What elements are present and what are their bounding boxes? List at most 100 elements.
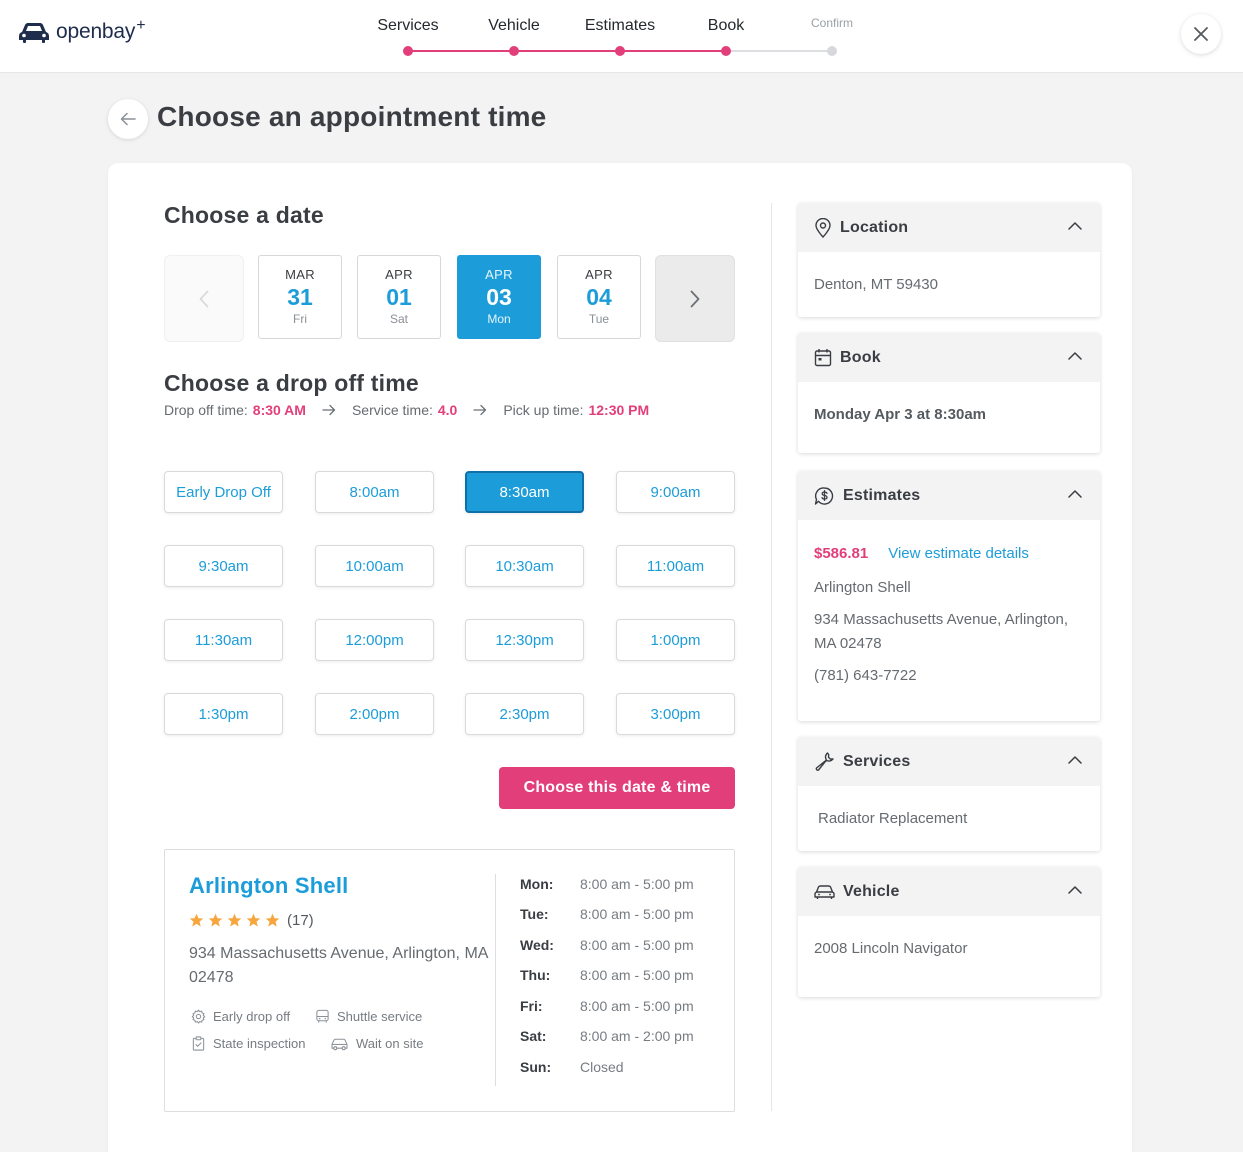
choose-time-heading: Choose a drop off time	[164, 370, 419, 396]
date-option[interactable]: APR 04 Tue	[557, 255, 641, 339]
gear-icon	[191, 1009, 206, 1024]
star-icon	[246, 913, 261, 927]
step-vehicle[interactable]: Vehicle	[488, 17, 540, 35]
book-panel-header[interactable]: Book	[798, 333, 1100, 382]
bus-icon	[316, 1009, 329, 1023]
date-option-selected[interactable]: APR 03 Mon	[457, 255, 541, 339]
location-value: Denton, MT 59430	[814, 276, 938, 293]
date-weekday: Mon	[487, 312, 511, 326]
view-estimate-details-link[interactable]: View estimate details	[888, 545, 1029, 562]
date-option[interactable]: APR 01 Sat	[357, 255, 441, 339]
vehicle-panel-header[interactable]: Vehicle	[798, 867, 1100, 916]
hours-value: 8:00 am - 5:00 pm	[580, 998, 694, 1014]
date-option[interactable]: MAR 31 Fri	[258, 255, 342, 339]
time-slot[interactable]: 1:30pm	[164, 693, 283, 735]
step-confirm: Confirm	[810, 16, 854, 30]
time-slot[interactable]: 2:30pm	[465, 693, 584, 735]
shop-name-link[interactable]: Arlington Shell	[189, 873, 348, 899]
time-slot[interactable]: 9:00am	[616, 471, 735, 513]
estimate-shop-address: 934 Massachusetts Avenue, Arlington, MA …	[814, 611, 1069, 652]
hours-row: Tue: 8:00 am - 5:00 pm	[520, 906, 694, 922]
date-month: MAR	[285, 267, 315, 282]
dollar-chat-icon	[814, 486, 834, 505]
star-icon	[208, 913, 223, 927]
star-icon	[189, 913, 204, 927]
time-slot-selected[interactable]: 8:30am	[465, 471, 584, 513]
time-slot[interactable]: 2:00pm	[315, 693, 434, 735]
close-button[interactable]	[1181, 14, 1221, 54]
amenity-item: Shuttle service	[315, 1009, 422, 1024]
close-icon	[1194, 27, 1208, 41]
vehicle-body: 2008 Lincoln Navigator	[798, 916, 1100, 957]
clipboard-check-icon	[192, 1036, 205, 1051]
service-time-value: 4.0	[437, 402, 458, 418]
time-slot[interactable]: 12:30pm	[465, 619, 584, 661]
date-month: APR	[385, 267, 413, 282]
date-next-button[interactable]	[655, 255, 735, 342]
column-divider	[771, 203, 772, 1111]
top-bar: openbay + Services Vehicle Estimates Boo…	[0, 0, 1243, 73]
estimate-price: $586.81	[814, 544, 869, 562]
chevron-up-icon	[1068, 222, 1082, 230]
step-connector	[514, 50, 620, 52]
time-slot-early-drop-off[interactable]: Early Drop Off	[164, 471, 283, 513]
step-estimates[interactable]: Estimates	[585, 17, 655, 35]
hours-row: Mon: 8:00 am - 5:00 pm	[520, 876, 694, 892]
services-panel-header[interactable]: Services	[798, 737, 1100, 786]
time-slot[interactable]: 11:00am	[616, 545, 735, 587]
logo-text: openbay	[56, 20, 136, 43]
choose-date-time-button[interactable]: Choose this date & time	[499, 767, 735, 809]
star-rating: (17)	[189, 912, 314, 929]
hours-row: Wed: 8:00 am - 5:00 pm	[520, 937, 694, 953]
location-body: Denton, MT 59430	[798, 252, 1100, 293]
step-book[interactable]: Book	[708, 17, 744, 35]
time-slot[interactable]: 9:30am	[164, 545, 283, 587]
service-time-label: Service time:	[351, 402, 433, 418]
time-slot[interactable]: 11:30am	[164, 619, 283, 661]
hours-row: Fri: 8:00 am - 5:00 pm	[520, 998, 694, 1014]
amenity-label: Wait on site	[356, 1036, 424, 1051]
date-weekday: Sat	[389, 312, 408, 326]
date-day: 03	[486, 284, 512, 310]
date-day: 04	[586, 284, 612, 310]
back-button[interactable]	[108, 99, 148, 139]
amenity-item: Wait on site	[330, 1036, 423, 1051]
book-panel: Book Monday Apr 3 at 8:30am	[798, 333, 1100, 453]
time-slot[interactable]: 8:00am	[315, 471, 434, 513]
time-slot[interactable]: 3:00pm	[616, 693, 735, 735]
chevron-up-icon	[1068, 490, 1082, 498]
arrow-right-icon	[473, 404, 487, 416]
hours-day: Fri:	[520, 998, 543, 1014]
chevron-up-icon	[1068, 886, 1082, 894]
time-slot[interactable]: 10:30am	[465, 545, 584, 587]
progress-stepper: Services Vehicle Estimates Book Confirm	[360, 0, 880, 73]
time-slot[interactable]: 10:00am	[315, 545, 434, 587]
shop-divider	[495, 874, 496, 1086]
time-slot[interactable]: 1:00pm	[616, 619, 735, 661]
date-prev-button[interactable]	[164, 255, 244, 342]
chevron-up-icon	[1068, 756, 1082, 764]
step-services[interactable]: Services	[377, 17, 438, 35]
services-panel: Services Radiator Replacement	[798, 737, 1100, 851]
time-slot[interactable]: 12:00pm	[315, 619, 434, 661]
logo-plus: +	[136, 17, 146, 34]
vehicle-panel: Vehicle 2008 Lincoln Navigator	[798, 867, 1100, 997]
hours-row: Sun: Closed	[520, 1059, 624, 1075]
hours-value: 8:00 am - 5:00 pm	[580, 906, 694, 922]
hours-day: Sun:	[520, 1059, 552, 1075]
hours-value: 8:00 am - 2:00 pm	[580, 1028, 694, 1044]
map-pin-icon	[815, 217, 831, 238]
amenity-label: Shuttle service	[337, 1009, 423, 1024]
review-count: (17)	[287, 912, 314, 929]
car-icon	[814, 884, 835, 899]
book-body: Monday Apr 3 at 8:30am	[798, 382, 1100, 423]
amenity-item: Early drop off	[191, 1009, 290, 1024]
time-summary: Drop off time: 8:30 AM Service time: 4.0…	[164, 402, 649, 418]
openbay-logo[interactable]: openbay +	[18, 17, 146, 44]
services-title: Services	[843, 752, 911, 770]
hours-day: Mon:	[520, 876, 554, 892]
location-panel-header[interactable]: Location	[798, 203, 1100, 252]
car-logo-icon	[19, 23, 49, 43]
estimates-panel-header[interactable]: Estimates	[798, 471, 1100, 520]
book-title: Book	[840, 348, 881, 366]
